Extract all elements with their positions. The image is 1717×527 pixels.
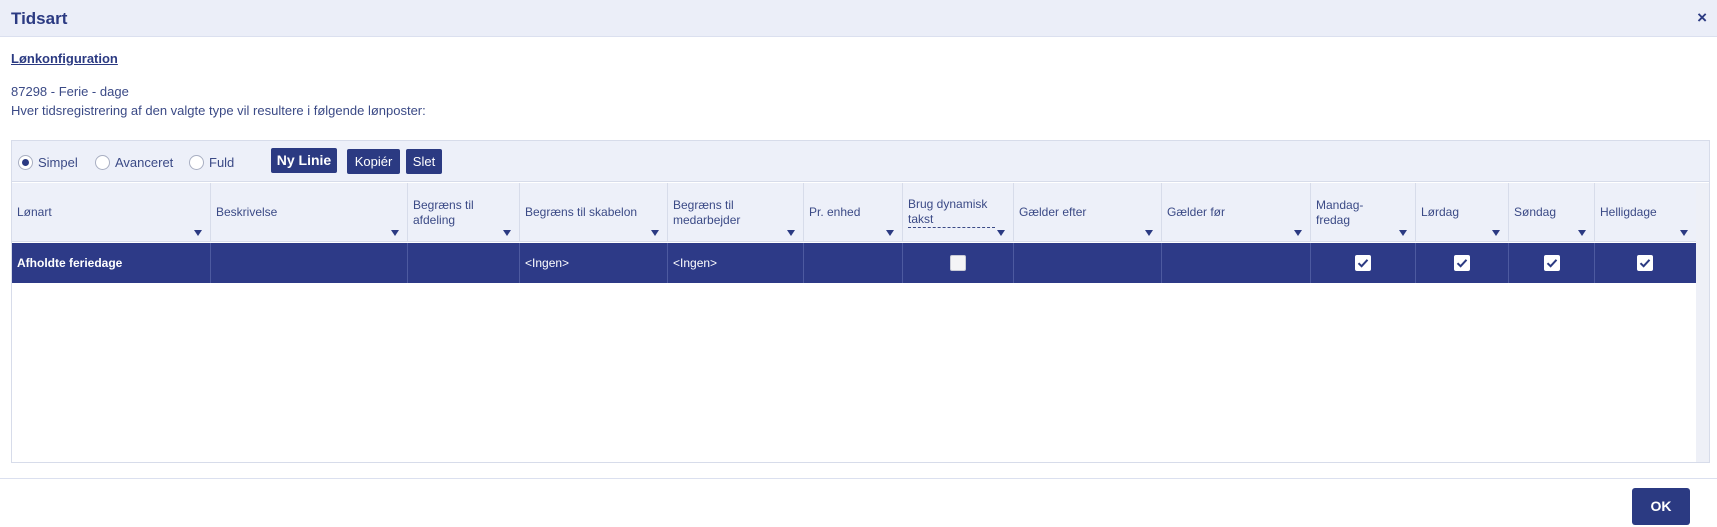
mode-label: Avanceret (115, 154, 174, 170)
column-header-label: Gælder før (1167, 205, 1226, 219)
mode-radio-avanceret[interactable]: Avanceret (95, 153, 173, 171)
filter-icon[interactable] (391, 230, 399, 236)
cell-medarbejder[interactable]: <Ingen> (668, 243, 804, 283)
filter-icon[interactable] (1578, 230, 1586, 236)
check-icon (1456, 259, 1468, 268)
checkbox-sondag[interactable] (1544, 255, 1560, 271)
filter-icon[interactable] (1145, 230, 1153, 236)
column-header-label: Begræns til medarbejder (673, 197, 741, 227)
ok-button[interactable]: OK (1632, 488, 1690, 525)
copy-button[interactable]: Kopiér (347, 149, 400, 174)
table-row[interactable]: Afholdte feriedage <Ingen> <Ingen> (12, 243, 1696, 283)
cell-text: Afholdte feriedage (17, 256, 123, 270)
filter-icon[interactable] (1680, 230, 1688, 236)
cell-text: <Ingen> (525, 256, 570, 270)
check-icon (1357, 259, 1369, 268)
grid-toolbar: Simpel Avanceret Fuld Ny Linie Kopiér Sl… (12, 141, 1709, 182)
column-header-label: Mandag-fredag (1316, 197, 1364, 227)
cell-for[interactable] (1162, 243, 1311, 283)
cell-beskrivelse[interactable] (211, 243, 408, 283)
mode-radio-simpel[interactable]: Simpel (18, 153, 78, 171)
column-header-afdeling[interactable]: Begræns til afdeling (408, 183, 520, 242)
description-text: Hver tidsregistrering af den valgte type… (11, 103, 426, 118)
mode-label: Simpel (38, 154, 78, 170)
mode-label: Fuld (209, 154, 235, 170)
cell-sondag[interactable] (1509, 243, 1595, 283)
column-header-lordag[interactable]: Lørdag (1416, 183, 1509, 242)
column-header-sondag[interactable]: Søndag (1509, 183, 1595, 242)
column-header-mandag[interactable]: Mandag-fredag (1311, 183, 1416, 242)
delete-button[interactable]: Slet (406, 149, 442, 174)
filter-icon[interactable] (651, 230, 659, 236)
column-header-beskrivelse[interactable]: Beskrivelse (211, 183, 408, 242)
filter-icon[interactable] (194, 230, 202, 236)
check-icon (1639, 259, 1651, 268)
radio-empty-icon (95, 154, 110, 170)
column-header-label: Gælder efter (1019, 205, 1087, 219)
filter-icon[interactable] (503, 230, 511, 236)
column-header-label: Begræns til afdeling (413, 197, 474, 227)
column-header-lonart[interactable]: Lønart (12, 183, 211, 242)
new-line-button[interactable]: Ny Linie (271, 148, 337, 173)
dialog-title: Tidsart (11, 9, 68, 28)
column-header-label: Beskrivelse (216, 205, 278, 219)
column-header-label: Brug dynamisk takst (908, 183, 995, 242)
cell-helligdage[interactable] (1595, 243, 1696, 283)
tooltip-label[interactable]: Brug dynamisk takst (908, 197, 995, 228)
checkbox-mandag[interactable] (1355, 255, 1371, 271)
close-icon[interactable]: × (1697, 9, 1707, 27)
payroll-grid: Simpel Avanceret Fuld Ny Linie Kopiér Sl… (11, 140, 1710, 463)
column-header-helligdage[interactable]: Helligdage (1595, 183, 1696, 242)
cell-lonart[interactable]: Afholdte feriedage (12, 243, 211, 283)
item-line: 87298 - Ferie - dage (11, 84, 129, 99)
dialog-titlebar: Tidsart × (0, 0, 1717, 37)
cell-efter[interactable] (1014, 243, 1162, 283)
column-header-label: Lørdag (1421, 205, 1460, 219)
checkbox-lordag[interactable] (1454, 255, 1470, 271)
column-header-for[interactable]: Gælder før (1162, 183, 1311, 242)
filter-icon[interactable] (886, 230, 894, 236)
column-header-skabelon[interactable]: Begræns til skabelon (520, 183, 668, 242)
filter-icon[interactable] (787, 230, 795, 236)
filter-icon[interactable] (1492, 230, 1500, 236)
filter-icon[interactable] (997, 230, 1005, 236)
filter-icon[interactable] (1294, 230, 1302, 236)
mode-radio-fuld[interactable]: Fuld (189, 153, 234, 171)
cell-mandag[interactable] (1311, 243, 1416, 283)
column-header-efter[interactable]: Gælder efter (1014, 183, 1162, 242)
column-header-label: Lønart (17, 205, 52, 219)
footer-divider (0, 478, 1717, 479)
cell-dynamisk[interactable] (903, 243, 1014, 283)
column-header-label: Pr. enhed (809, 205, 861, 219)
section-heading: Lønkonfiguration (11, 51, 118, 66)
table-header: Lønart Beskrivelse Begræns til afdeling … (12, 183, 1696, 242)
checkbox-helligdage[interactable] (1637, 255, 1653, 271)
column-header-label: Søndag (1514, 205, 1557, 219)
radio-empty-icon (189, 154, 204, 170)
cell-text: <Ingen> (673, 256, 718, 270)
cell-skabelon[interactable]: <Ingen> (520, 243, 668, 283)
column-header-label: Begræns til skabelon (525, 205, 638, 219)
column-header-label: Helligdage (1600, 205, 1657, 219)
check-icon (1546, 259, 1558, 268)
column-header-medarbejder[interactable]: Begræns til medarbejder (668, 183, 804, 242)
cell-enhed[interactable] (804, 243, 903, 283)
column-header-dynamisk[interactable]: Brug dynamisk takst (903, 183, 1014, 242)
vertical-scrollbar[interactable] (1696, 183, 1709, 462)
radio-selected-icon (18, 154, 33, 170)
checkbox-dynamisk[interactable] (950, 255, 966, 271)
filter-icon[interactable] (1399, 230, 1407, 236)
column-header-enhed[interactable]: Pr. enhed (804, 183, 903, 242)
cell-afdeling[interactable] (408, 243, 520, 283)
cell-lordag[interactable] (1416, 243, 1509, 283)
